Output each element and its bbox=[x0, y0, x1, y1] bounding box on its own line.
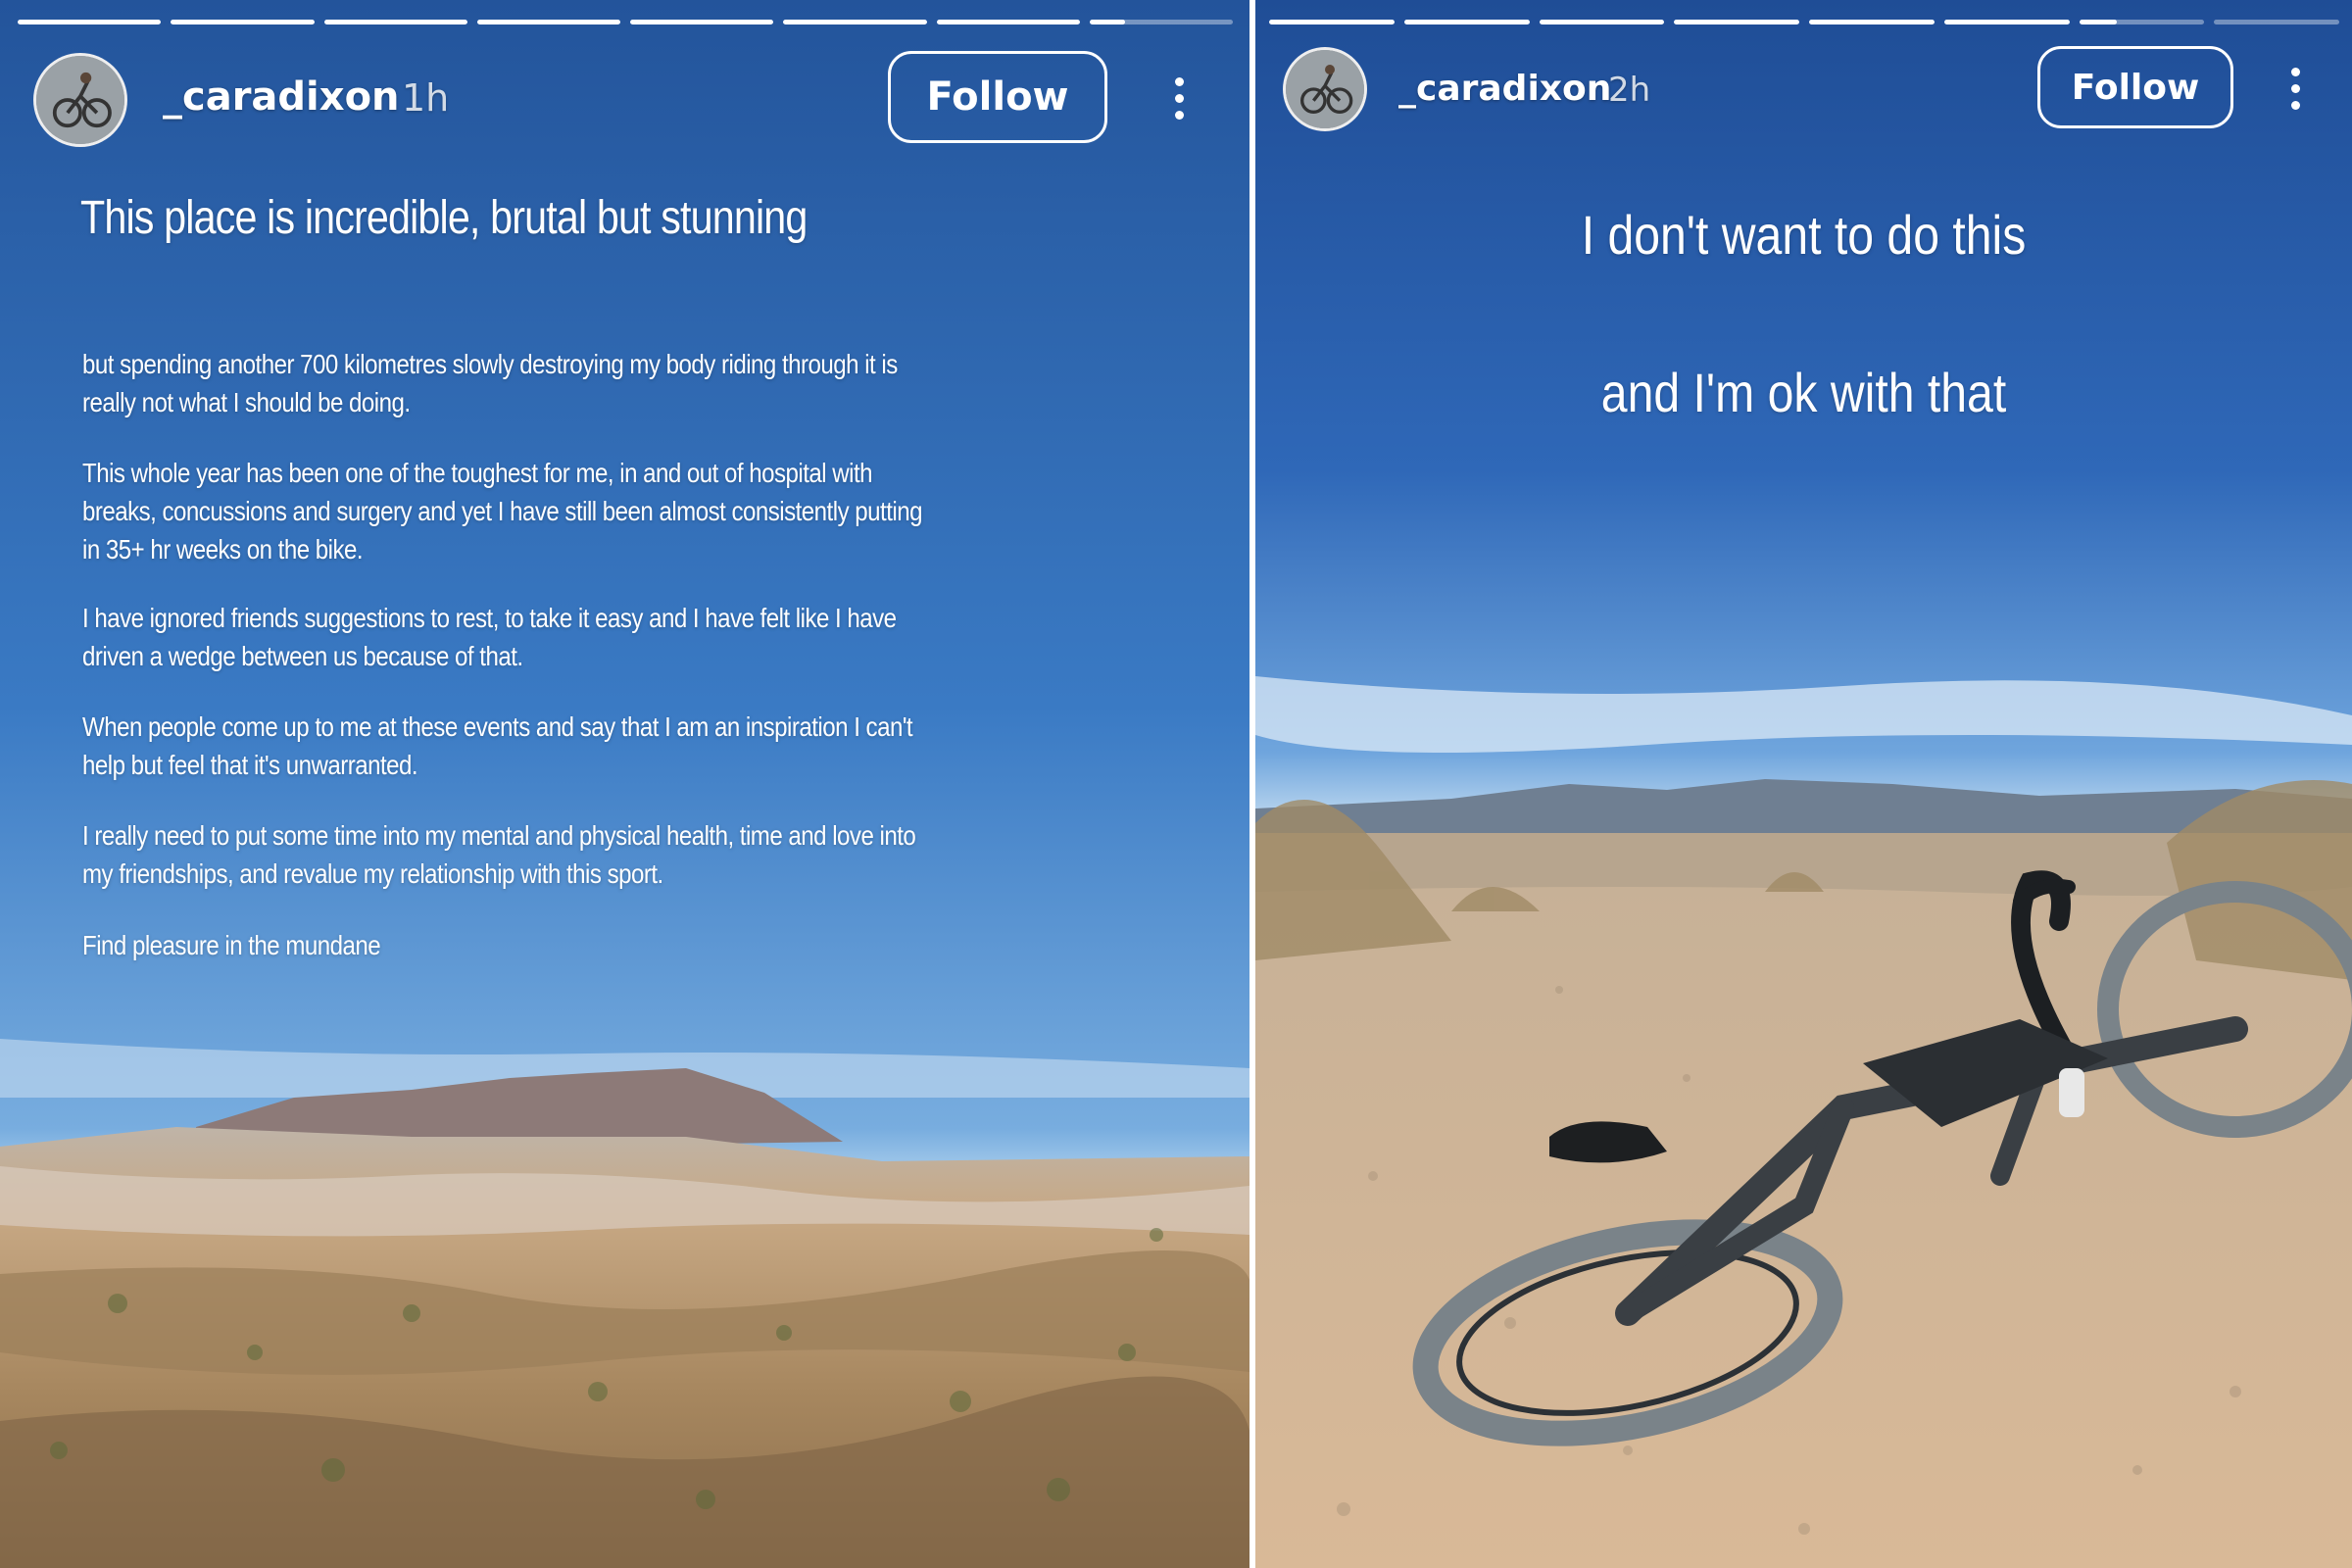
progress-segment bbox=[1809, 20, 1935, 24]
avatar[interactable] bbox=[33, 53, 127, 147]
story-paragraph: I really need to put some time into my m… bbox=[82, 820, 916, 889]
story-panel-left[interactable]: _caradixon 1h Follow This place is incre… bbox=[0, 0, 1250, 1568]
more-options-icon[interactable] bbox=[2280, 59, 2310, 118]
progress-segment bbox=[171, 20, 315, 24]
progress-segment bbox=[1403, 20, 1530, 24]
avatar[interactable] bbox=[1283, 47, 1367, 131]
progress-segment-current bbox=[1089, 20, 1233, 24]
username[interactable]: _caradixon bbox=[163, 74, 400, 120]
progress-segment bbox=[936, 20, 1080, 24]
story-paragraph: This whole year has been one of the toug… bbox=[82, 458, 922, 564]
story-paragraph: Find pleasure in the mundane bbox=[82, 930, 381, 960]
more-options-icon[interactable] bbox=[1164, 69, 1194, 127]
story-paragraph: I have ignored friends suggestions to re… bbox=[82, 603, 897, 671]
follow-button[interactable]: Follow bbox=[2037, 46, 2233, 128]
progress-segment bbox=[18, 20, 162, 24]
progress-segment bbox=[1943, 20, 2070, 24]
story-progress-bar bbox=[1269, 20, 2339, 24]
progress-segment bbox=[1674, 20, 1799, 24]
progress-segment bbox=[1539, 20, 1665, 24]
story-paragraph: When people come up to me at these event… bbox=[82, 711, 913, 780]
progress-segment-current bbox=[2079, 20, 2205, 24]
progress-segment bbox=[630, 20, 774, 24]
username[interactable]: _caradixon bbox=[1398, 69, 1611, 109]
progress-segment bbox=[323, 20, 467, 24]
story-progress-bar bbox=[18, 20, 1233, 24]
progress-segment bbox=[1269, 20, 1395, 24]
progress-segment bbox=[2214, 20, 2339, 24]
story-caption-line: and I'm ok with that bbox=[1600, 362, 2007, 423]
post-time: 2h bbox=[1608, 71, 1651, 110]
story-panel-right[interactable]: _caradixon 2h Follow I don't want to do … bbox=[1255, 0, 2352, 1568]
story-paragraph: but spending another 700 kilometres slow… bbox=[82, 349, 898, 417]
progress-segment bbox=[783, 20, 927, 24]
story-headline: This place is incredible, brutal but stu… bbox=[80, 192, 808, 244]
follow-button[interactable]: Follow bbox=[888, 51, 1107, 143]
story-caption-line: I don't want to do this bbox=[1581, 204, 2027, 266]
post-time: 1h bbox=[402, 76, 450, 120]
progress-segment bbox=[476, 20, 620, 24]
